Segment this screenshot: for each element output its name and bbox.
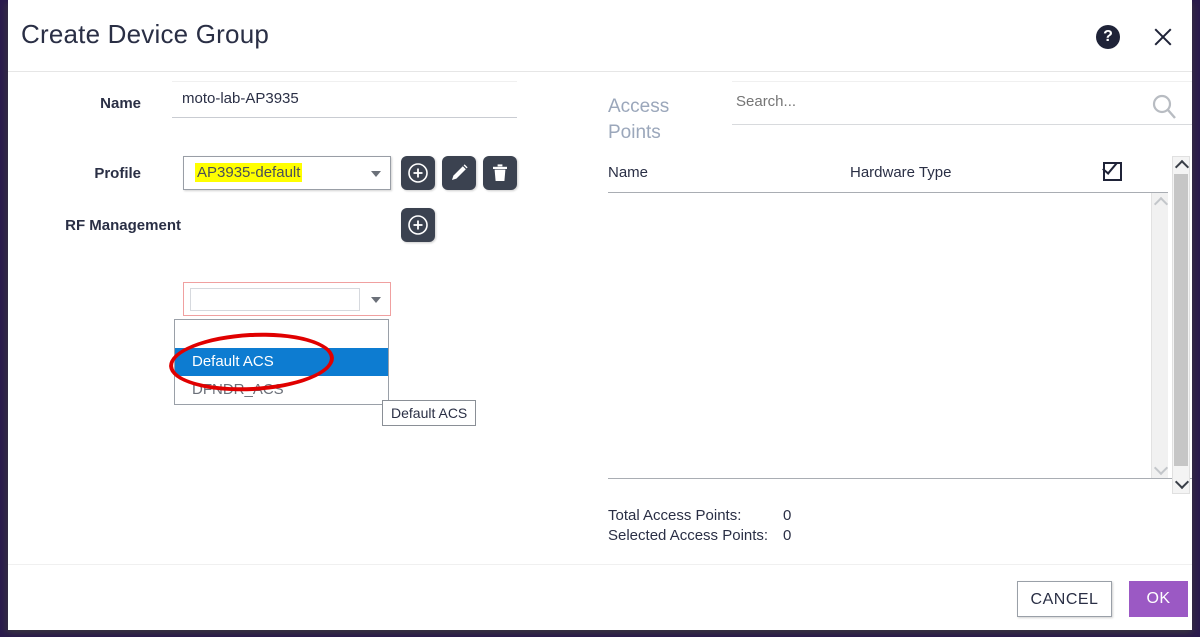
page-title: Create Device Group: [21, 19, 270, 49]
delete-profile-button[interactable]: [483, 156, 517, 190]
scrollbar-thumb[interactable]: [1174, 174, 1188, 466]
chevron-down-icon[interactable]: [1174, 474, 1190, 490]
add-profile-button[interactable]: [401, 156, 435, 190]
table-scrollbar[interactable]: [1151, 193, 1169, 478]
access-points-label: Access Points: [608, 96, 670, 143]
dropdown-option-default-acs[interactable]: Default ACS: [175, 348, 388, 376]
dialog-body: Name Profile AP3935-default: [8, 72, 1192, 564]
search-input[interactable]: [732, 86, 1152, 116]
name-field-top-rule: [172, 81, 517, 82]
rf-management-dropdown[interactable]: Default ACS DFNDR_ACS: [174, 319, 389, 405]
edit-profile-button[interactable]: [442, 156, 476, 190]
profile-select[interactable]: AP3935-default: [183, 156, 391, 190]
access-points-table: Name Hardware Type: [608, 156, 1192, 499]
profile-select-value: AP3935-default: [195, 163, 303, 182]
select-all-checkbox[interactable]: [1103, 162, 1122, 181]
chevron-down-icon: [371, 171, 381, 177]
pencil-icon: [452, 164, 468, 180]
total-access-points-row: Total Access Points: 0: [608, 506, 791, 526]
name-input[interactable]: [172, 84, 517, 118]
column-header-hardware-type[interactable]: Hardware Type: [850, 164, 951, 181]
rf-management-input[interactable]: [190, 288, 360, 311]
dropdown-option-empty[interactable]: [175, 320, 388, 348]
chevron-up-icon[interactable]: [1153, 196, 1169, 212]
search-underline: [732, 124, 1192, 125]
help-icon[interactable]: ?: [1096, 25, 1120, 49]
selected-access-points-value: 0: [783, 527, 792, 544]
dropdown-tooltip: Default ACS: [382, 400, 477, 426]
cancel-button[interactable]: CANCEL: [1017, 581, 1112, 617]
plus-circle-icon: [408, 215, 428, 235]
table-bottom-rule: [608, 478, 1192, 479]
table-body: [608, 193, 1168, 478]
profile-label: Profile: [94, 165, 141, 182]
trash-icon: [493, 164, 507, 181]
access-points-counts: Total Access Points: 0 Selected Access Po…: [608, 506, 791, 546]
total-access-points-value: 0: [783, 507, 792, 524]
close-icon[interactable]: [1148, 22, 1178, 52]
total-access-points-label: Total Access Points:: [608, 507, 742, 524]
selected-access-points-label: Selected Access Points:: [608, 527, 769, 544]
profile-value-highlight: AP3935-default: [195, 163, 303, 182]
selected-access-points-row: Selected Access Points: 0: [608, 526, 791, 546]
search-top-rule: [732, 81, 1192, 82]
chevron-up-icon[interactable]: [1174, 159, 1190, 175]
column-header-name[interactable]: Name: [608, 164, 648, 181]
add-rf-management-button[interactable]: [401, 208, 435, 242]
create-device-group-dialog: Create Device Group ? Name Profile AP393…: [8, 0, 1192, 630]
rf-management-label: RF Management: [65, 217, 181, 234]
screen: Create Device Group ? Name Profile AP393…: [0, 0, 1200, 637]
name-label: Name: [100, 95, 141, 112]
search-icon[interactable]: [1150, 92, 1180, 127]
rf-management-select[interactable]: [183, 282, 391, 316]
ok-button[interactable]: OK: [1129, 581, 1188, 617]
chevron-down-icon[interactable]: [1153, 460, 1169, 476]
chevron-down-icon: [371, 297, 381, 303]
dropdown-option-dfndr-acs[interactable]: DFNDR_ACS: [175, 376, 388, 404]
plus-circle-icon: [408, 163, 428, 183]
dialog-header: Create Device Group ?: [8, 0, 1192, 72]
panel-scrollbar[interactable]: [1172, 156, 1190, 494]
dialog-footer: CANCEL OK: [8, 564, 1192, 631]
